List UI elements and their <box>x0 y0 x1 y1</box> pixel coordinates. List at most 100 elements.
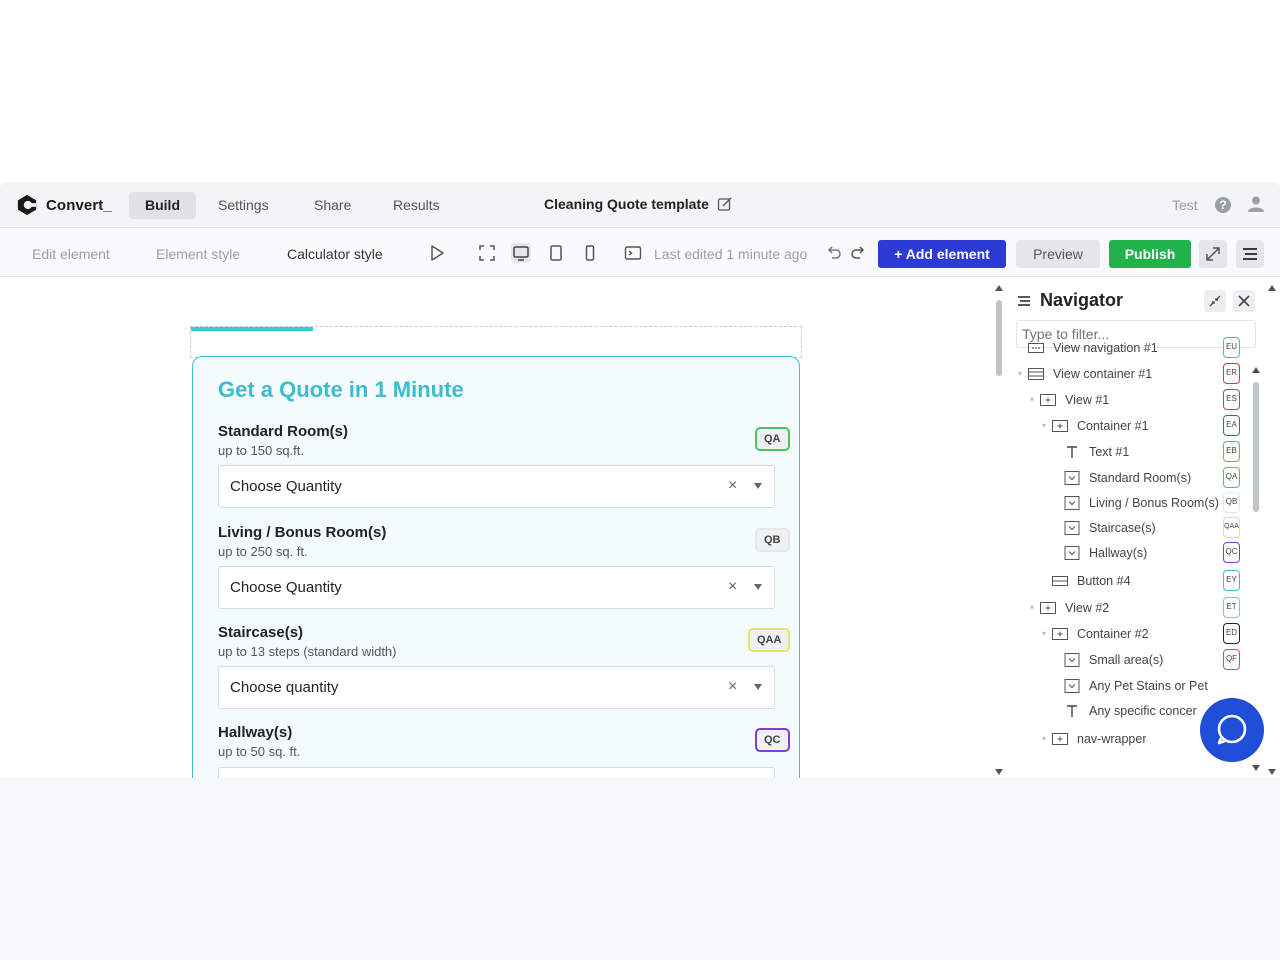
redo-icon[interactable] <box>848 243 868 263</box>
expand-chevron-icon[interactable]: ▾ <box>1042 421 1046 430</box>
user-icon[interactable] <box>1247 195 1265 213</box>
element-id-tag[interactable]: ER <box>1223 363 1240 384</box>
tablet-view-icon[interactable] <box>546 243 566 263</box>
document-title[interactable]: Cleaning Quote template <box>544 196 733 212</box>
chevron-down-icon[interactable] <box>754 584 762 590</box>
navigator-item[interactable]: Small area(s) <box>1064 649 1280 671</box>
preview-button[interactable]: Preview <box>1016 240 1100 268</box>
element-id-tag[interactable]: QC <box>1223 542 1240 563</box>
expand-button[interactable] <box>1199 240 1227 268</box>
clear-icon[interactable]: × <box>728 578 737 596</box>
navigator-close-button[interactable] <box>1233 290 1255 312</box>
navigator-item-label: Any Pet Stains or Pet <box>1089 679 1208 693</box>
chat-support-button[interactable] <box>1200 698 1264 762</box>
question-sub-hallways: up to 50 sq. ft. <box>218 744 301 759</box>
navigator-item-label: Any specific concer <box>1089 704 1197 718</box>
living-rooms-select[interactable]: Choose Quantity × <box>218 566 775 609</box>
tab-build[interactable]: Build <box>129 192 196 219</box>
element-badge-qa[interactable]: QA <box>755 427 790 451</box>
chevron-down-icon[interactable] <box>754 483 762 489</box>
mobile-view-icon[interactable] <box>580 243 600 263</box>
app-window: Convert_ Build Settings Share Results Cl… <box>0 182 1280 778</box>
navigator-item[interactable]: Button #4 <box>1052 570 1280 592</box>
plus-element-icon <box>1040 393 1056 407</box>
navigator-item[interactable]: Standard Room(s) <box>1064 467 1280 489</box>
element-id-tag[interactable]: QF <box>1223 649 1240 670</box>
tab-results[interactable]: Results <box>377 192 456 219</box>
expand-chevron-icon[interactable]: ▾ <box>1018 369 1022 378</box>
canvas-scrollbar[interactable] <box>993 282 1005 778</box>
element-id-tag[interactable]: ET <box>1223 597 1240 618</box>
select-value: Choose Quantity <box>230 579 342 596</box>
help-icon[interactable]: ? <box>1215 197 1231 213</box>
select-element-icon <box>1064 521 1080 535</box>
tab-settings[interactable]: Settings <box>202 192 285 219</box>
question-label-hallways: Hallway(s) <box>218 724 293 741</box>
publish-button[interactable]: Publish <box>1109 240 1191 268</box>
question-label-staircases: Staircase(s) <box>218 624 304 641</box>
quote-title[interactable]: Get a Quote in 1 Minute <box>218 377 464 403</box>
staircases-select[interactable]: Choose quantity × <box>218 666 775 709</box>
editor-canvas: Get a Quote in 1 Minute Standard Room(s)… <box>0 278 990 778</box>
element-badge-qb[interactable]: QB <box>755 528 790 552</box>
navigator-item[interactable]: ▾ View #1 <box>1030 389 1280 411</box>
edit-pencil-icon[interactable] <box>717 196 733 212</box>
element-id-tag[interactable]: EY <box>1223 570 1240 591</box>
element-id-tag[interactable]: ED <box>1223 623 1240 644</box>
bottom-blank-area <box>0 778 1280 960</box>
navigator-collapse-button[interactable] <box>1204 290 1226 312</box>
box-element-icon <box>1028 367 1044 381</box>
button-element-icon <box>1052 574 1068 588</box>
undo-icon[interactable] <box>824 243 844 263</box>
element-id-tag[interactable]: EA <box>1223 415 1240 436</box>
element-id-tag[interactable]: QB <box>1223 492 1240 513</box>
question-sub-living-rooms: up to 250 sq. ft. <box>218 544 308 559</box>
navigator-item[interactable]: Staircase(s) <box>1064 517 1280 539</box>
element-id-tag[interactable]: QA <box>1223 467 1240 488</box>
brand-logo[interactable]: Convert_ <box>16 194 112 216</box>
chevron-down-icon[interactable] <box>754 684 762 690</box>
console-icon[interactable] <box>623 243 643 263</box>
clear-icon[interactable]: × <box>728 477 737 495</box>
navigator-item-label: Container #2 <box>1077 627 1149 641</box>
element-id-tag[interactable]: ES <box>1223 389 1240 410</box>
navigator-item[interactable]: Any Pet Stains or Pet <box>1064 675 1280 697</box>
element-id-tag[interactable]: EB <box>1223 441 1240 462</box>
navigator-toggle-button[interactable] <box>1236 240 1264 268</box>
add-element-button[interactable]: + Add element <box>878 240 1006 268</box>
element-badge-qc[interactable]: QC <box>755 728 790 752</box>
navigator-item[interactable]: ▾ Container #2 <box>1042 623 1280 645</box>
expand-chevron-icon[interactable]: ▾ <box>1030 395 1034 404</box>
standard-rooms-select[interactable]: Choose Quantity × <box>218 465 775 508</box>
navigator-item[interactable]: Living / Bonus Room(s) <box>1064 492 1280 514</box>
quote-container[interactable]: Get a Quote in 1 Minute Standard Room(s)… <box>192 356 800 778</box>
desktop-view-icon[interactable] <box>511 243 531 263</box>
tab-share[interactable]: Share <box>298 192 367 219</box>
select-element-icon <box>1064 679 1080 693</box>
test-link[interactable]: Test <box>1172 197 1198 213</box>
play-icon[interactable] <box>427 243 447 263</box>
close-icon <box>1238 295 1250 307</box>
panel-scrollbar[interactable] <box>1266 282 1278 778</box>
clear-icon[interactable]: × <box>728 678 737 696</box>
element-id-tag[interactable]: EU <box>1223 337 1240 358</box>
hallways-select[interactable] <box>218 767 775 778</box>
navigator-item-label: Small area(s) <box>1089 653 1164 667</box>
expand-chevron-icon[interactable]: ▾ <box>1030 603 1034 612</box>
progress-bar-container[interactable] <box>190 326 802 358</box>
element-id-tag[interactable]: QAA <box>1223 517 1240 538</box>
select-element-icon <box>1064 496 1080 510</box>
expand-chevron-icon[interactable]: ▾ <box>1042 629 1046 638</box>
navigator-item-label: Container #1 <box>1077 419 1149 433</box>
navigator-item[interactable]: Hallway(s) <box>1064 542 1280 564</box>
navigator-item[interactable]: ▾ View #2 <box>1030 597 1280 619</box>
navigator-item-label: Living / Bonus Room(s) <box>1089 496 1219 510</box>
element-badge-qaa[interactable]: QAA <box>748 628 791 652</box>
calculator-style-tab[interactable]: Calculator style <box>287 246 383 262</box>
navigator-item[interactable]: Text #1 <box>1064 441 1280 463</box>
fullscreen-icon[interactable] <box>477 243 497 263</box>
navigator-item[interactable]: ▾ Container #1 <box>1042 415 1280 437</box>
element-style-tab[interactable]: Element style <box>156 246 240 262</box>
expand-chevron-icon[interactable]: ▾ <box>1042 734 1046 743</box>
edit-element-tab[interactable]: Edit element <box>32 246 110 262</box>
